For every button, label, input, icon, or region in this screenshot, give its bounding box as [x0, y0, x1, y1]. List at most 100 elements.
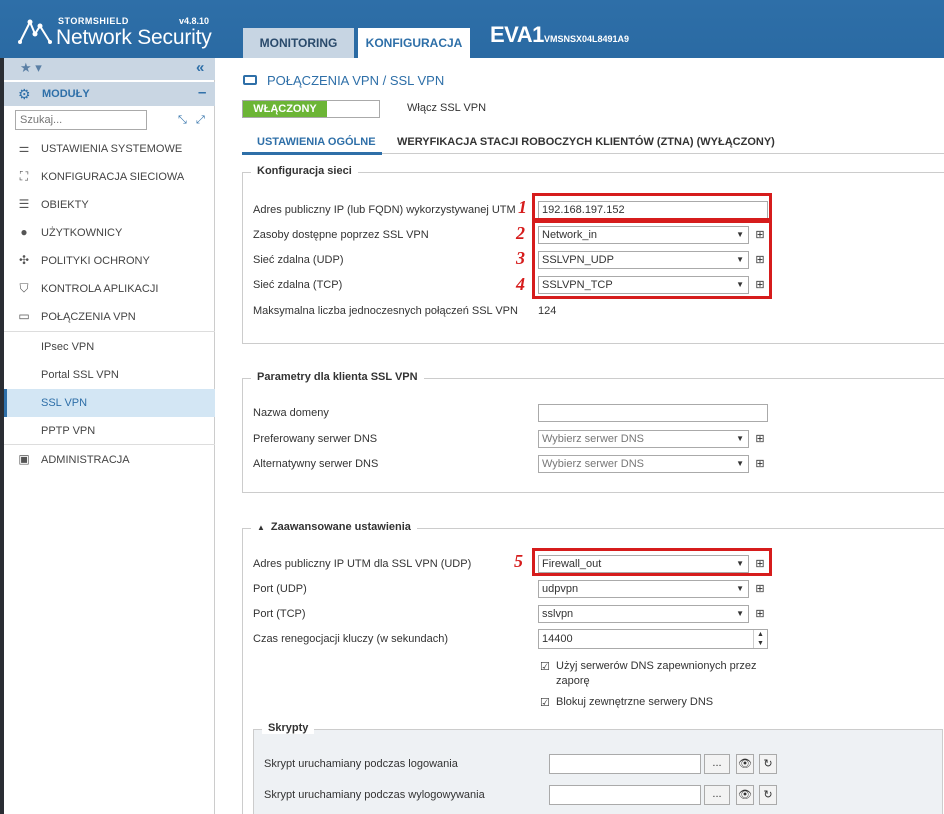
port-tcp-label: Port (TCP): [253, 608, 306, 620]
sidebar-item-label: ADMINISTRACJA: [41, 454, 130, 466]
dns1-select[interactable]: Wybierz serwer DNS ▼: [538, 430, 749, 448]
logout-script-browse-button[interactable]: ...: [704, 785, 730, 805]
sliders-icon: ⚌: [18, 141, 30, 155]
panel-legend: Konfiguracja sieci: [251, 165, 358, 177]
object-picker-icon[interactable]: ⊞: [752, 580, 768, 598]
login-script-label: Skrypt uruchamiany podczas logowania: [264, 758, 458, 770]
favorites-bar: ★ ▾ «: [4, 58, 215, 80]
renegotiation-spinner[interactable]: 14400 ▲ ▼: [538, 629, 768, 649]
ssl-vpn-toggle[interactable]: WŁĄCZONY: [242, 100, 380, 118]
gear-icon: ⚙: [18, 86, 31, 102]
reset-icon[interactable]: ↻: [759, 785, 777, 805]
spinner-arrows-icon[interactable]: ▲ ▼: [753, 630, 767, 648]
expand-all-icon[interactable]: ⤢: [196, 114, 205, 127]
sidebar: ★ ▾ « ⚙ MODUŁY – ⤡ ⤢ ⚌ USTAWIENIA SYSTEM…: [4, 58, 215, 814]
sidebar-item-network-config[interactable]: ⛶ KONFIGURACJA SIECIOWA: [4, 163, 215, 191]
sidebar-item-users[interactable]: ● UŻYTKOWNICY: [4, 219, 215, 247]
panel-legend: Skrypty: [262, 722, 315, 734]
checkbox-checked-icon: ☑: [540, 661, 550, 673]
advanced-legend: Zaawansowane ustawienia: [270, 521, 411, 533]
port-tcp-value: sslvpn: [542, 608, 574, 620]
object-picker-icon[interactable]: ⊞: [752, 605, 768, 623]
device-serial: VMSNSX04L8491A9: [544, 34, 630, 44]
star-icon[interactable]: ★ ▾: [20, 60, 42, 76]
tab-konfiguracja[interactable]: KONFIGURACJA: [358, 28, 470, 58]
dns1-placeholder: Wybierz serwer DNS: [542, 433, 644, 445]
modules-label: MODUŁY: [42, 88, 90, 100]
sidebar-item-label: KONTROLA APLIKACJI: [41, 283, 159, 295]
user-icon: ●: [20, 225, 28, 239]
collapse-all-icon[interactable]: ⤡: [178, 114, 187, 127]
chevron-down-icon: ▼: [736, 459, 744, 468]
sidebar-subitem-ipsec-vpn[interactable]: IPsec VPN: [4, 333, 215, 361]
sidebar-item-security-policy[interactable]: ✣ POLITYKI OCHRONY: [4, 247, 215, 275]
logout-script-input[interactable]: [549, 785, 701, 805]
stormshield-logo: STORMSHIELD v4.8.10 Network Security: [14, 12, 214, 52]
login-script-browse-button[interactable]: ...: [704, 754, 730, 774]
login-script-input[interactable]: [549, 754, 701, 774]
toggle-description: Włącz SSL VPN: [407, 102, 487, 114]
object-picker-icon[interactable]: ⊞: [752, 430, 768, 448]
eye-icon[interactable]: 👁: [736, 785, 754, 805]
arrows-icon: ✣: [18, 253, 30, 267]
dns1-label: Preferowany serwer DNS: [253, 433, 378, 445]
chevron-down-icon: ▼: [736, 584, 744, 593]
port-udp-label: Port (UDP): [253, 583, 307, 595]
annotation-number-1: 1: [518, 197, 527, 217]
chevron-down-icon: ▼: [736, 609, 744, 618]
tab-ztna-verification[interactable]: WERYFIKACJA STACJI ROBOCZYCH KLIENTÓW (Z…: [397, 136, 775, 154]
sidebar-item-objects[interactable]: ☰ OBIEKTY: [4, 191, 215, 219]
block-external-dns-label: Blokuj zewnętrzne serwery DNS: [556, 696, 714, 708]
sidebar-item-label: UŻYTKOWNICY: [41, 227, 123, 239]
module-search-input[interactable]: [15, 110, 147, 130]
sidebar-subitem-pptp-vpn[interactable]: PPTP VPN: [4, 417, 215, 445]
divider: [4, 444, 215, 445]
modules-header[interactable]: ⚙ MODUŁY –: [4, 82, 215, 106]
app-window: STORMSHIELD v4.8.10 Network Security MON…: [0, 0, 944, 814]
sidebar-subitem-portal-ssl-vpn[interactable]: Portal SSL VPN: [4, 361, 215, 389]
dns2-select[interactable]: Wybierz serwer DNS ▼: [538, 455, 749, 473]
sidebar-item-label: KONFIGURACJA SIECIOWA: [41, 171, 185, 183]
advanced-toggle[interactable]: ▲ Zaawansowane ustawienia: [251, 521, 417, 533]
reset-icon[interactable]: ↻: [759, 754, 777, 774]
sidebar-item-administration[interactable]: ▣ ADMINISTRACJA: [4, 446, 215, 474]
divider: [4, 331, 215, 332]
sidebar-item-app-control[interactable]: ⛉ KONTROLA APLIKACJI: [4, 275, 215, 303]
sidebar-subitem-label: Portal SSL VPN: [41, 369, 119, 381]
network-icon: ⛶: [19, 169, 29, 183]
dns-from-firewall-checkbox[interactable]: ☑ Użyj serwerów DNS zapewnionych przez z…: [540, 659, 780, 691]
udp-ip-label: Adres publiczny IP UTM dla SSL VPN (UDP): [253, 558, 472, 570]
database-icon: ☰: [18, 197, 30, 211]
sidebar-item-label: POLITYKI OCHRONY: [41, 255, 150, 267]
tab-monitoring[interactable]: MONITORING: [243, 28, 354, 58]
object-picker-icon[interactable]: ⊞: [752, 455, 768, 473]
logout-script-label: Skrypt uruchamiany podczas wylogowywania: [264, 789, 485, 801]
domain-label: Nazwa domeny: [253, 407, 329, 419]
port-udp-select[interactable]: udpvpn ▼: [538, 580, 749, 598]
sidebar-subitem-label: PPTP VPN: [41, 425, 96, 437]
annotation-box-2-4: [532, 220, 772, 299]
domain-input[interactable]: [538, 404, 768, 422]
sidebar-item-system-settings[interactable]: ⚌ USTAWIENIA SYSTEMOWE: [4, 135, 215, 163]
client-params-panel: Parametry dla klienta SSL VPN Nazwa dome…: [242, 371, 944, 493]
main-content: POŁĄCZENIA VPN / SSL VPN WŁĄCZONY Włącz …: [215, 58, 944, 814]
eye-icon[interactable]: 👁: [736, 754, 754, 774]
minus-icon[interactable]: –: [198, 84, 206, 101]
checkbox-checked-icon: ☑: [540, 697, 550, 709]
sidebar-item-label: OBIEKTY: [41, 199, 89, 211]
vpn-icon: ▭: [18, 309, 30, 323]
sidebar-item-vpn[interactable]: ▭ POŁĄCZENIA VPN: [4, 303, 215, 331]
dns2-placeholder: Wybierz serwer DNS: [542, 458, 644, 470]
sidebar-subitem-ssl-vpn[interactable]: SSL VPN: [4, 389, 215, 417]
resources-label: Zasoby dostępne poprzez SSL VPN: [253, 229, 429, 241]
version-text: v4.8.10: [179, 16, 210, 26]
dns-from-firewall-label: Użyj serwerów DNS zapewnionych przez zap…: [556, 660, 757, 687]
admin-icon: ▣: [18, 452, 30, 466]
renegotiation-label: Czas renegocjacji kluczy (w sekundach): [253, 633, 449, 645]
annotation-number-5: 5: [514, 551, 523, 571]
vpn-title-icon: [243, 75, 257, 85]
block-external-dns-checkbox[interactable]: ☑ Blokuj zewnętrzne serwery DNS: [540, 695, 780, 711]
annotation-box-5: [532, 548, 772, 576]
port-tcp-select[interactable]: sslvpn ▼: [538, 605, 749, 623]
collapse-sidebar-icon[interactable]: «: [196, 59, 204, 76]
